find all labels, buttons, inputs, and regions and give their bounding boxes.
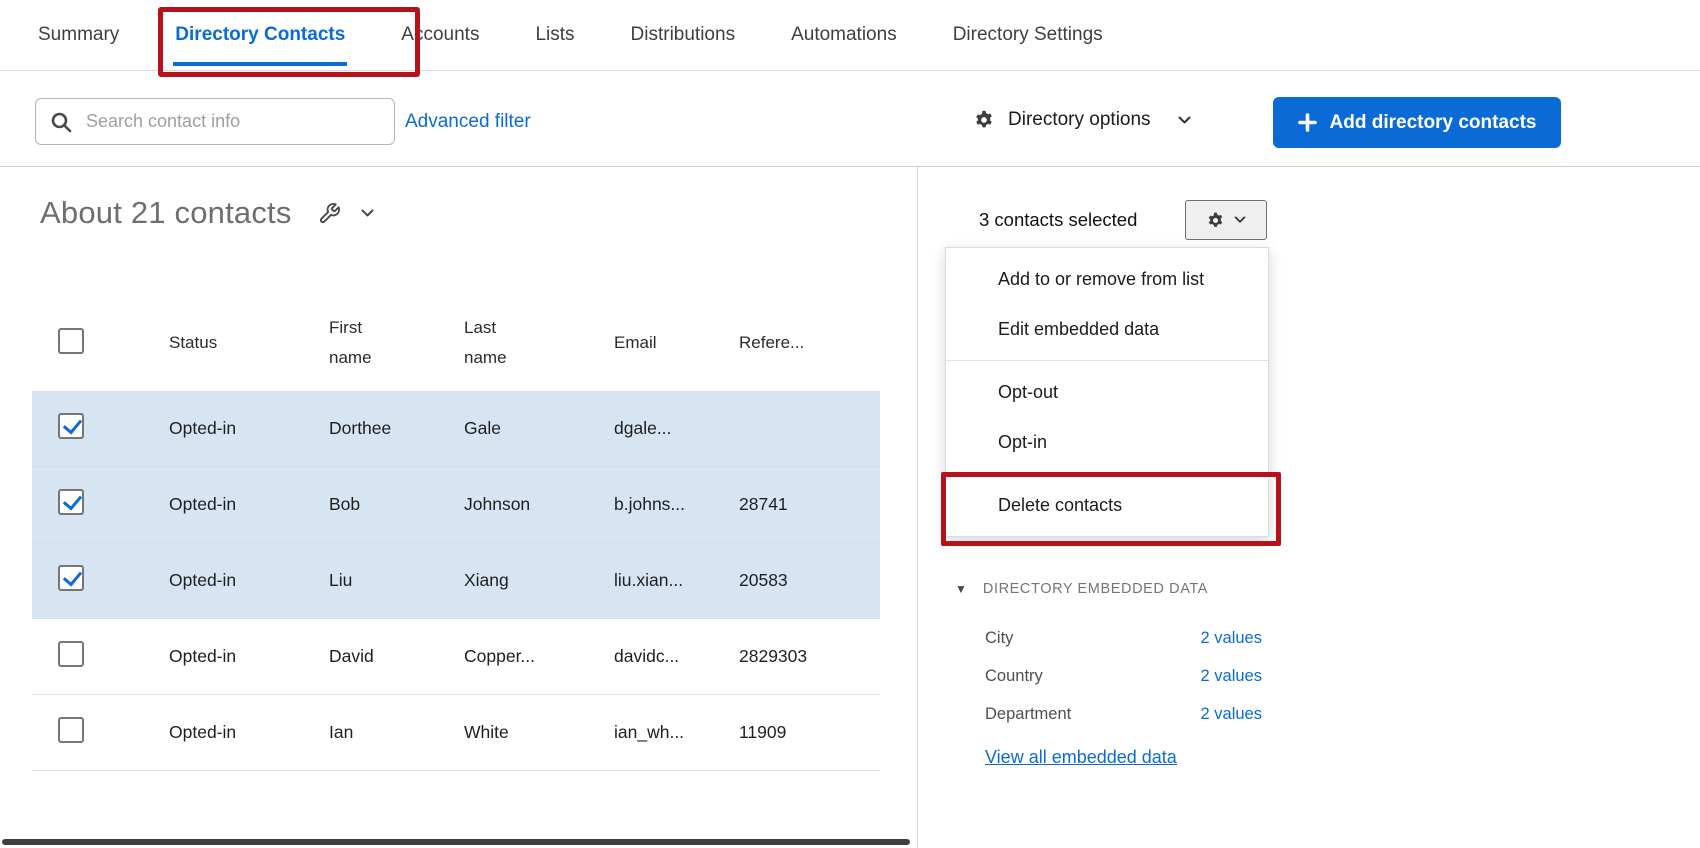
cell-status: Opted-in bbox=[169, 494, 329, 515]
collapse-triangle-icon: ▼ bbox=[955, 583, 967, 595]
tab-directory-contacts[interactable]: Directory Contacts bbox=[175, 0, 345, 70]
embedded-data-title: DIRECTORY EMBEDDED DATA bbox=[983, 581, 1208, 597]
tab-accounts[interactable]: Accounts bbox=[401, 0, 479, 70]
cell-first-name: Dorthee bbox=[329, 418, 464, 439]
directory-embedded-data-header[interactable]: ▼ DIRECTORY EMBEDDED DATA bbox=[955, 581, 1208, 597]
select-all-checkbox[interactable] bbox=[58, 328, 84, 354]
chevron-down-icon bbox=[1178, 116, 1191, 125]
main-content: About 21 contacts Status First name Last… bbox=[0, 166, 1700, 848]
directory-options-button[interactable]: Directory options bbox=[973, 109, 1191, 131]
embedded-field-row: City 2 values bbox=[985, 619, 1262, 657]
cell-email: dgale... bbox=[614, 418, 739, 439]
menu-item-delete-contacts[interactable]: Delete contacts bbox=[946, 480, 1268, 530]
cell-status: Opted-in bbox=[169, 570, 329, 591]
cell-reference: 2829303 bbox=[739, 646, 880, 667]
cell-first-name: Bob bbox=[329, 494, 464, 515]
cell-email: davidc... bbox=[614, 646, 739, 667]
contacts-count-heading: About 21 contacts bbox=[40, 195, 292, 231]
cell-email: b.johns... bbox=[614, 494, 739, 515]
row-checkbox[interactable] bbox=[58, 565, 84, 591]
selection-actions-menu: Add to or remove from list Edit embedded… bbox=[945, 247, 1269, 537]
toolbar: Advanced filter Directory options Add di… bbox=[0, 71, 1700, 166]
menu-group: Add to or remove from list Edit embedded… bbox=[946, 248, 1268, 360]
menu-item-edit-embedded-data[interactable]: Edit embedded data bbox=[946, 304, 1268, 354]
gear-icon bbox=[1206, 211, 1225, 230]
cell-status: Opted-in bbox=[169, 646, 329, 667]
tab-distributions[interactable]: Distributions bbox=[631, 0, 736, 70]
contacts-heading-row: About 21 contacts bbox=[40, 195, 374, 231]
table-row[interactable]: Opted-in David Copper... davidc... 28293… bbox=[32, 619, 880, 695]
cell-last-name: Gale bbox=[464, 418, 614, 439]
table-row[interactable]: Opted-in Liu Xiang liu.xian... 20583 bbox=[32, 543, 880, 619]
tab-lists[interactable]: Lists bbox=[535, 0, 574, 70]
column-header-last-name: Last name bbox=[464, 313, 614, 373]
row-checkbox[interactable] bbox=[58, 489, 84, 515]
embedded-field-values-link[interactable]: 2 values bbox=[1201, 705, 1262, 724]
menu-item-add-remove-list[interactable]: Add to or remove from list bbox=[946, 254, 1268, 304]
search-icon bbox=[50, 111, 72, 133]
embedded-field-row: Country 2 values bbox=[985, 657, 1262, 695]
embedded-field-values-link[interactable]: 2 values bbox=[1201, 667, 1262, 686]
cell-first-name: Liu bbox=[329, 570, 464, 591]
wrench-icon[interactable] bbox=[318, 202, 341, 225]
menu-group: Opt-out Opt-in bbox=[946, 361, 1268, 473]
embedded-data-fields: City 2 values Country 2 values Departmen… bbox=[985, 619, 1262, 733]
cell-last-name: White bbox=[464, 722, 614, 743]
chevron-down-icon bbox=[1234, 216, 1246, 224]
row-checkbox[interactable] bbox=[58, 413, 84, 439]
search-box[interactable] bbox=[35, 98, 395, 145]
search-input[interactable] bbox=[84, 110, 380, 133]
cell-status: Opted-in bbox=[169, 418, 329, 439]
embedded-field-row: Department 2 values bbox=[985, 695, 1262, 733]
cell-last-name: Johnson bbox=[464, 494, 614, 515]
cell-reference: 20583 bbox=[739, 570, 880, 591]
cell-email: liu.xian... bbox=[614, 570, 739, 591]
selected-count-label: 3 contacts selected bbox=[979, 209, 1137, 231]
table-header: Status First name Last name Email Refere… bbox=[32, 295, 880, 391]
row-checkbox[interactable] bbox=[58, 717, 84, 743]
chevron-down-icon[interactable] bbox=[361, 209, 374, 218]
column-header-first-name: First name bbox=[329, 313, 464, 373]
advanced-filter-link[interactable]: Advanced filter bbox=[405, 111, 531, 133]
contacts-table: Status First name Last name Email Refere… bbox=[32, 295, 880, 771]
menu-group: Delete contacts bbox=[946, 474, 1268, 536]
directory-options-label: Directory options bbox=[1008, 109, 1151, 131]
cell-reference: 28741 bbox=[739, 494, 880, 515]
selection-actions-button[interactable] bbox=[1185, 200, 1267, 240]
table-row[interactable]: Opted-in Bob Johnson b.johns... 28741 bbox=[32, 467, 880, 543]
tab-directory-settings[interactable]: Directory Settings bbox=[953, 0, 1103, 70]
gear-icon bbox=[973, 109, 995, 131]
plus-icon bbox=[1298, 113, 1317, 132]
tab-automations[interactable]: Automations bbox=[791, 0, 897, 70]
tab-summary[interactable]: Summary bbox=[38, 0, 119, 70]
cell-reference: 11909 bbox=[739, 722, 880, 743]
embedded-field-name: City bbox=[985, 629, 1013, 648]
embedded-field-name: Country bbox=[985, 667, 1043, 686]
column-header-email: Email bbox=[614, 333, 739, 353]
cell-email: ian_wh... bbox=[614, 722, 739, 743]
add-directory-contacts-label: Add directory contacts bbox=[1330, 112, 1537, 134]
row-checkbox[interactable] bbox=[58, 641, 84, 667]
embedded-field-values-link[interactable]: 2 values bbox=[1201, 629, 1262, 648]
horizontal-scrollbar[interactable] bbox=[2, 839, 910, 845]
pane-divider bbox=[917, 167, 918, 848]
column-header-status: Status bbox=[169, 333, 329, 353]
view-all-embedded-data-link[interactable]: View all embedded data bbox=[985, 747, 1177, 768]
menu-item-opt-out[interactable]: Opt-out bbox=[946, 367, 1268, 417]
cell-first-name: David bbox=[329, 646, 464, 667]
table-row[interactable]: Opted-in Ian White ian_wh... 11909 bbox=[32, 695, 880, 771]
column-header-reference: Refere... bbox=[739, 333, 880, 353]
cell-last-name: Copper... bbox=[464, 646, 614, 667]
cell-first-name: Ian bbox=[329, 722, 464, 743]
embedded-field-name: Department bbox=[985, 705, 1071, 724]
cell-status: Opted-in bbox=[169, 722, 329, 743]
menu-item-opt-in[interactable]: Opt-in bbox=[946, 417, 1268, 467]
cell-last-name: Xiang bbox=[464, 570, 614, 591]
directory-contacts-page: Summary Directory Contacts Accounts List… bbox=[0, 0, 1700, 848]
table-row[interactable]: Opted-in Dorthee Gale dgale... bbox=[32, 391, 880, 467]
add-directory-contacts-button[interactable]: Add directory contacts bbox=[1273, 97, 1561, 148]
top-navigation: Summary Directory Contacts Accounts List… bbox=[0, 0, 1700, 71]
